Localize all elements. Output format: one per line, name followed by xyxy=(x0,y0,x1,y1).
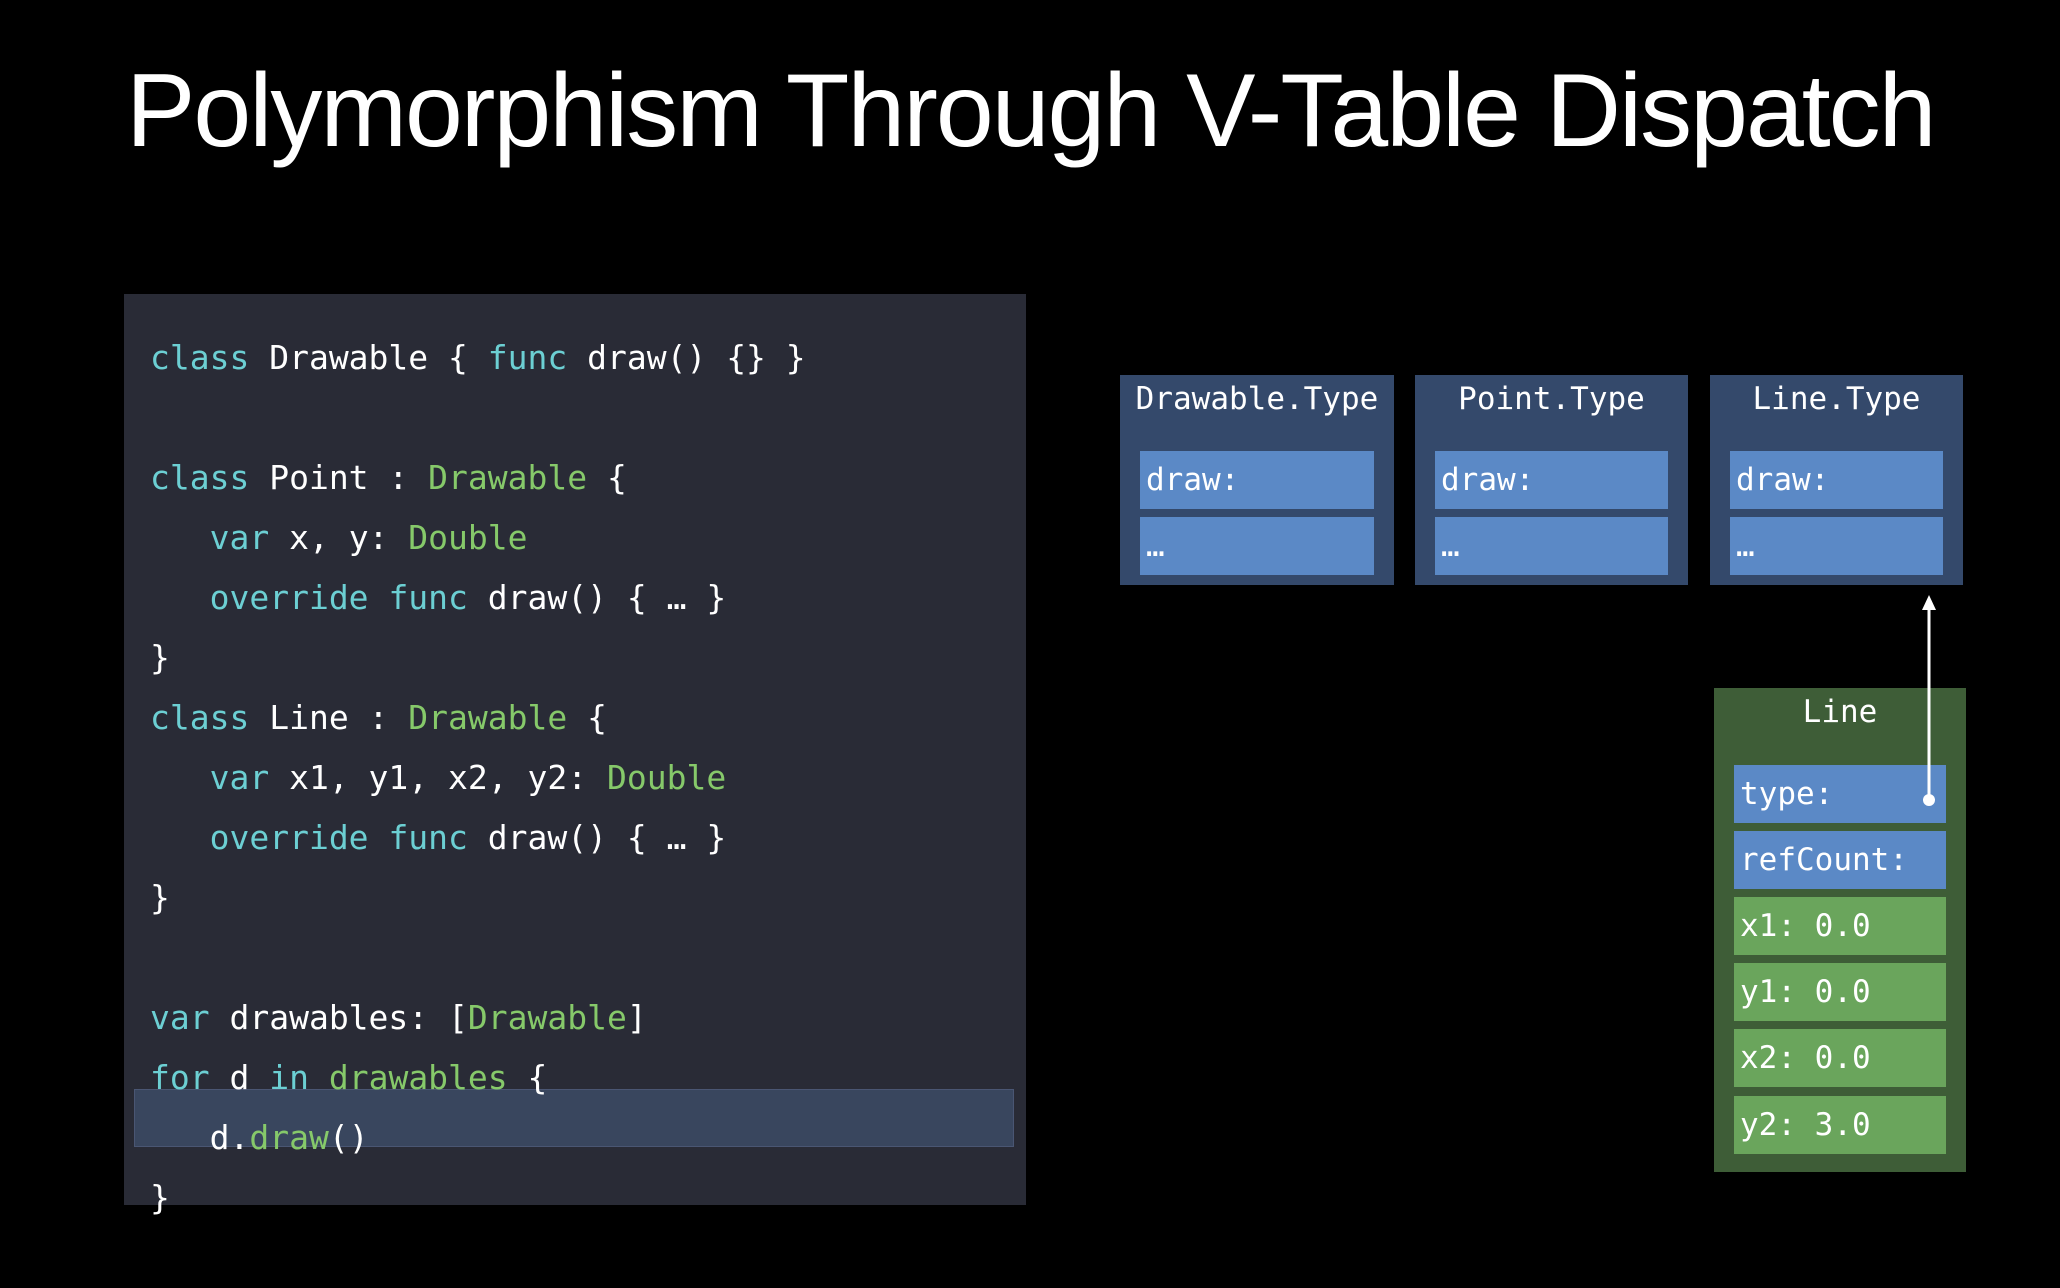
type-pointer-arrow xyxy=(1922,595,1936,806)
arrow-head xyxy=(1922,595,1936,610)
arrow-origin-dot xyxy=(1923,794,1935,806)
